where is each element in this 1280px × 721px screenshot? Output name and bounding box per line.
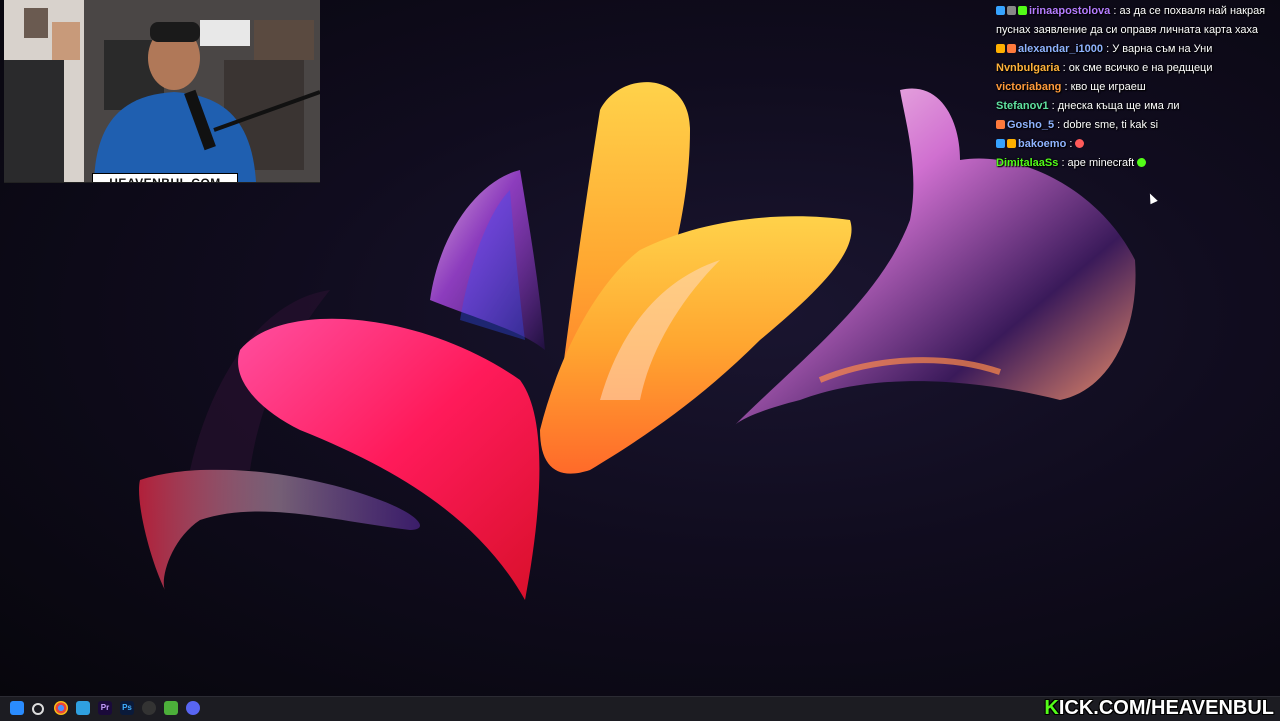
chat-username[interactable]: alexandar_i1000: [1018, 43, 1103, 55]
file-explorer-icon[interactable]: [76, 701, 90, 715]
chat-username[interactable]: irinaapostolova: [1029, 5, 1110, 17]
chat-username[interactable]: Gosho_5: [1007, 119, 1054, 131]
webcam-label: HEAVENBUL.COM: [92, 173, 238, 182]
chat-username[interactable]: victoriabang: [996, 81, 1061, 93]
chat-emote-icon: [1137, 158, 1147, 167]
chat-badge-icon: [996, 6, 1005, 15]
stream-chat: irinaapostolova : аз да се похваля най н…: [996, 2, 1280, 173]
chat-badge-icon: [1018, 6, 1027, 15]
chrome-icon[interactable]: [54, 701, 68, 715]
chat-text: : ape minecraft: [1061, 157, 1135, 169]
chat-badge-icon: [996, 44, 1005, 53]
chat-message: Nvnbulgaria : ок сме всичко е на редщеци: [996, 59, 1280, 78]
kick-channel-watermark: KICK.COM/HEAVENBUL: [1044, 696, 1274, 720]
chat-message: DimitalaaSs : ape minecraft: [996, 154, 1280, 173]
chat-message: Gosho_5 : dobre sme, ti kak si: [996, 116, 1280, 135]
chat-text: : ок сме всичко е на редщеци: [1062, 62, 1213, 74]
minecraft-icon[interactable]: [164, 701, 178, 715]
chat-badge-icon: [996, 139, 1005, 148]
windows-start-icon[interactable]: [10, 701, 24, 715]
chat-message: alexandar_i1000 : У варна съм на Уни: [996, 40, 1280, 59]
chat-emote-icon: [1075, 139, 1085, 148]
kick-url-text: ICK.COM/HEAVENBUL: [1058, 697, 1274, 719]
kick-logo-letter: K: [1044, 697, 1059, 719]
chat-message: victoriabang : кво ще играеш: [996, 78, 1280, 97]
chat-username[interactable]: Nvnbulgaria: [996, 62, 1060, 74]
chat-badge-icon: [996, 120, 1005, 129]
photoshop-icon[interactable]: Ps: [120, 701, 134, 715]
chat-text: : dobre sme, ti kak si: [1057, 119, 1159, 131]
chat-username[interactable]: Stefanov1: [996, 100, 1049, 112]
chat-text: :: [1069, 138, 1073, 150]
chat-text: : кво ще играеш: [1064, 81, 1146, 93]
search-icon[interactable]: [32, 703, 44, 715]
chat-username[interactable]: bakoemo: [1018, 138, 1066, 150]
chat-text: : У варна съм на Уни: [1106, 43, 1213, 55]
chat-badge-icon: [1007, 44, 1016, 53]
webcam-overlay: HEAVENBUL.COM: [4, 0, 320, 183]
streamer-webcam-image: [4, 0, 320, 182]
chat-message: Stefanov1 : днеска къща ще има ли: [996, 97, 1280, 116]
chat-username[interactable]: DimitalaaSs: [996, 157, 1058, 169]
chat-badge-icon: [1007, 6, 1016, 15]
chat-message: bakoemo :: [996, 135, 1280, 154]
obs-icon[interactable]: [142, 701, 156, 715]
chat-text: : днеска къща ще има ли: [1051, 100, 1180, 112]
chat-message: irinaapostolova : аз да се похваля най н…: [996, 2, 1280, 40]
premiere-icon[interactable]: Pr: [98, 701, 112, 715]
discord-icon[interactable]: [186, 701, 200, 715]
chat-badge-icon: [1007, 139, 1016, 148]
